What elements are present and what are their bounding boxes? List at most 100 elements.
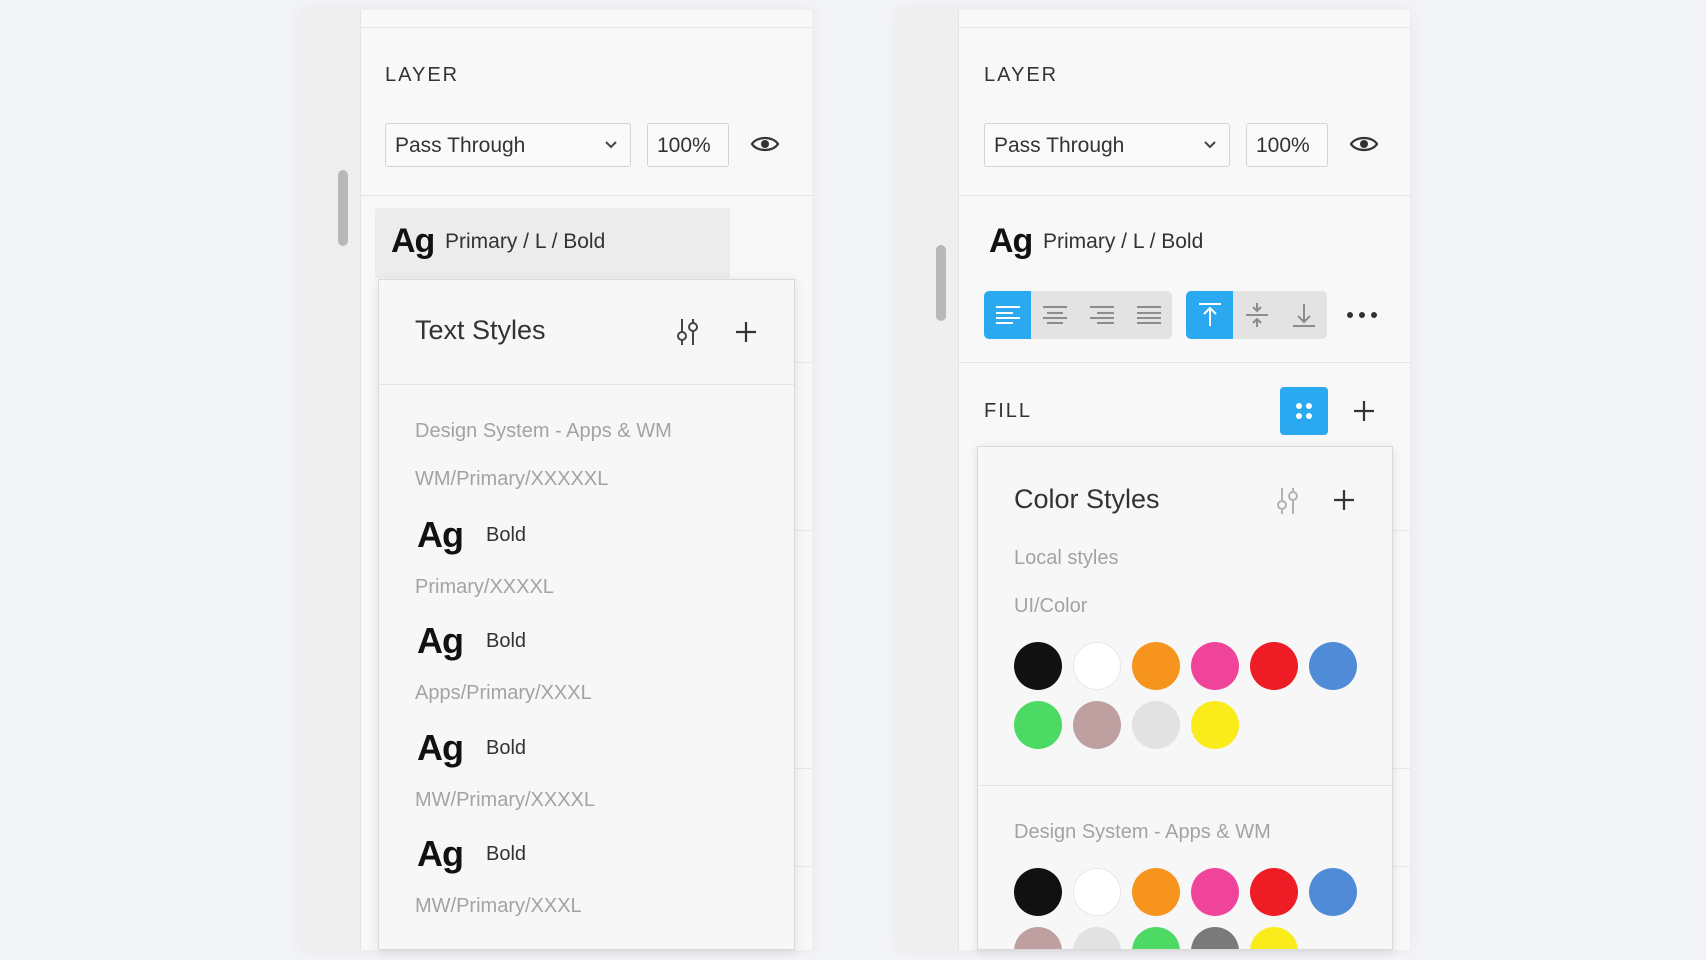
color-swatch[interactable] xyxy=(1309,868,1357,916)
color-swatch[interactable] xyxy=(1250,927,1298,949)
color-swatch[interactable] xyxy=(1073,868,1121,916)
align-left-button[interactable] xyxy=(984,291,1031,339)
top-divider xyxy=(361,27,812,28)
style-subgroup-name: WM/Primary/XXXXXL xyxy=(415,468,609,490)
more-options-icon[interactable] xyxy=(1346,311,1378,319)
horizontal-align-group xyxy=(984,291,1172,339)
style-weight: Bold xyxy=(486,737,527,759)
justify-icon xyxy=(1136,306,1161,324)
style-weight: Bold xyxy=(486,524,527,546)
local-styles-label: Local styles xyxy=(1014,547,1119,569)
fill-title: FILL xyxy=(984,400,1033,422)
text-style-name: Primary / L / Bold xyxy=(445,230,606,253)
color-swatch[interactable] xyxy=(1132,642,1180,690)
color-swatch[interactable] xyxy=(1132,701,1180,749)
chevron-down-icon xyxy=(605,141,617,149)
align-right-button[interactable] xyxy=(1078,291,1125,339)
library-group-name: Design System - Apps & WM xyxy=(1014,821,1271,843)
chevron-down-icon xyxy=(1204,141,1216,149)
local-group-name: UI/Color xyxy=(1014,595,1088,617)
justify-button[interactable] xyxy=(1125,291,1172,339)
section-divider xyxy=(361,195,812,196)
plus-icon[interactable] xyxy=(1352,399,1376,423)
text-style-preview: Ag xyxy=(989,222,1033,260)
align-middle-button[interactable] xyxy=(1233,291,1280,339)
align-center-button[interactable] xyxy=(1031,291,1078,339)
style-preview: Ag xyxy=(417,620,464,661)
align-top-button[interactable] xyxy=(1186,291,1233,339)
style-preview: Ag xyxy=(417,727,464,768)
style-name: MW/Primary/XXXXL xyxy=(415,789,596,811)
color-swatch[interactable] xyxy=(1250,642,1298,690)
color-swatch[interactable] xyxy=(1073,701,1121,749)
popup-title: Text Styles xyxy=(415,315,546,345)
style-weight: Bold xyxy=(486,630,527,652)
opacity-input[interactable]: 100% xyxy=(1246,123,1328,167)
vertical-align-group xyxy=(1186,291,1327,339)
color-styles-popup: Color Styles Local styles UI/Color Desig… xyxy=(977,446,1393,950)
color-swatch[interactable] xyxy=(1309,642,1357,690)
align-bottom-button[interactable] xyxy=(1280,291,1327,339)
style-weight: Bold xyxy=(486,843,527,865)
color-swatch[interactable] xyxy=(1250,868,1298,916)
section-divider xyxy=(792,866,812,867)
section-divider xyxy=(792,530,812,531)
section-divider xyxy=(959,195,1410,196)
color-swatch[interactable] xyxy=(1073,642,1121,690)
section-divider xyxy=(792,362,812,363)
color-swatch[interactable] xyxy=(1191,701,1239,749)
blend-mode-value: Pass Through xyxy=(395,134,526,157)
align-left-icon xyxy=(995,306,1020,324)
plus-icon[interactable] xyxy=(1332,488,1356,512)
color-swatch[interactable] xyxy=(1014,701,1062,749)
align-bottom-icon xyxy=(1292,304,1315,327)
grid-dots-icon xyxy=(1296,403,1312,419)
section-divider xyxy=(1390,768,1410,769)
opacity-value: 100% xyxy=(1256,134,1310,157)
color-swatch[interactable] xyxy=(1191,868,1239,916)
style-preview: Ag xyxy=(417,833,464,874)
align-center-icon xyxy=(1042,306,1067,324)
opacity-value: 100% xyxy=(657,134,711,157)
color-swatch[interactable] xyxy=(1014,642,1062,690)
section-divider xyxy=(959,362,1410,363)
align-top-icon xyxy=(1198,303,1221,326)
color-styles-button[interactable] xyxy=(1280,387,1328,435)
blend-mode-select[interactable]: Pass Through xyxy=(984,123,1230,167)
style-name: Apps/Primary/XXXL xyxy=(415,682,592,704)
scrollbar-thumb[interactable] xyxy=(936,245,946,321)
color-swatch[interactable] xyxy=(1014,868,1062,916)
style-name: Primary/XXXXL xyxy=(415,576,554,598)
popup-divider xyxy=(978,785,1392,786)
blend-mode-value: Pass Through xyxy=(994,134,1125,157)
text-style-name: Primary / L / Bold xyxy=(1043,230,1204,253)
color-swatch[interactable] xyxy=(1191,642,1239,690)
style-group-name: Design System - Apps & WM xyxy=(415,420,672,442)
blend-mode-select[interactable]: Pass Through xyxy=(385,123,631,167)
style-name: MW/Primary/XXXL xyxy=(415,895,582,917)
style-preview: Ag xyxy=(417,514,464,555)
align-middle-icon xyxy=(1245,303,1268,327)
text-style-row[interactable]: Ag Primary / L / Bold xyxy=(973,208,1328,278)
plus-icon[interactable] xyxy=(734,320,758,344)
color-swatch[interactable] xyxy=(1132,868,1180,916)
section-divider xyxy=(1390,530,1410,531)
layer-title: LAYER xyxy=(984,64,1059,86)
scrollbar-thumb[interactable] xyxy=(338,170,348,246)
text-style-row[interactable]: Ag Primary / L / Bold xyxy=(375,208,730,278)
color-swatch[interactable] xyxy=(1132,927,1180,949)
color-swatch[interactable] xyxy=(1073,927,1121,949)
adjust-sliders-icon[interactable] xyxy=(674,317,700,347)
align-right-icon xyxy=(1089,306,1114,324)
popup-title: Color Styles xyxy=(1014,484,1160,514)
color-swatch[interactable] xyxy=(1014,927,1062,949)
eye-icon[interactable] xyxy=(1349,134,1379,154)
opacity-input[interactable]: 100% xyxy=(647,123,729,167)
text-style-preview: Ag xyxy=(391,222,435,260)
layer-title: LAYER xyxy=(385,64,460,86)
section-divider xyxy=(792,768,812,769)
adjust-sliders-icon[interactable] xyxy=(1274,486,1300,516)
color-swatch[interactable] xyxy=(1191,927,1239,949)
eye-icon[interactable] xyxy=(750,134,780,154)
text-styles-popup: Text Styles Design System - Apps & WM WM… xyxy=(378,279,795,950)
